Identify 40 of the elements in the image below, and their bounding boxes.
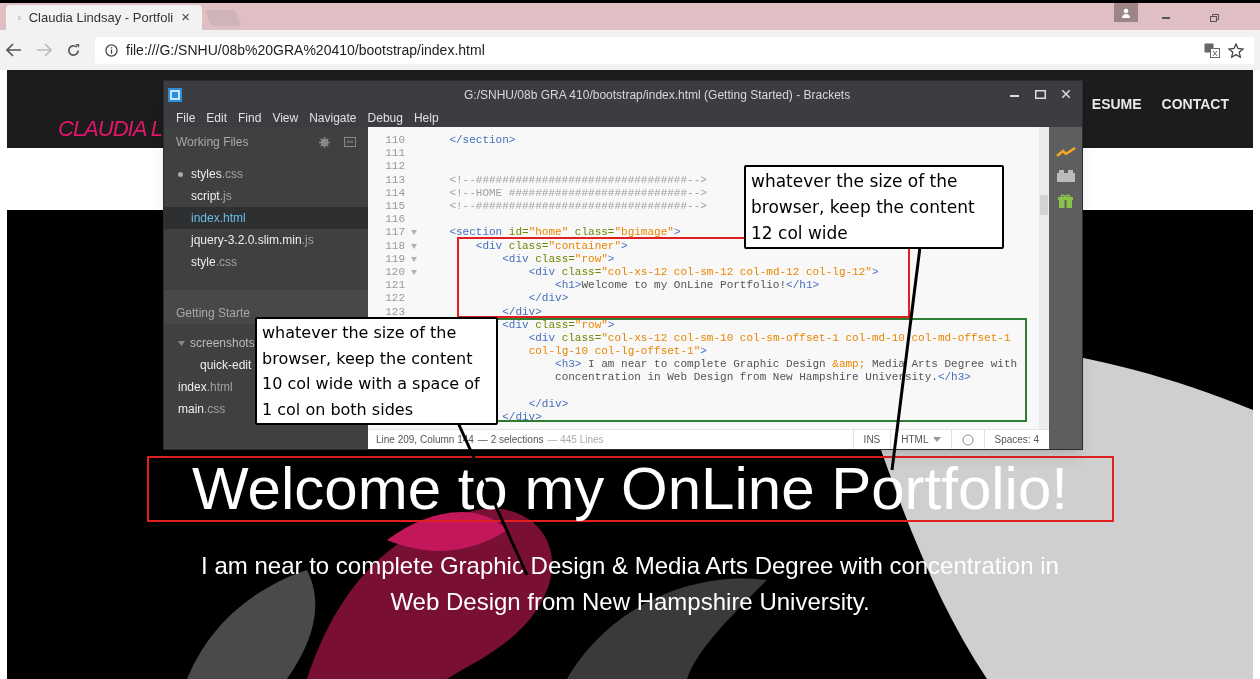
url-text: file:///G:/SNHU/08b%20GRA%20410/bootstrap/index.html [126, 40, 485, 60]
code-line: <!--################################--> [449, 200, 707, 214]
code-line: col-lg-10 col-lg-offset-1"> [528, 345, 707, 359]
working-files-title: Working Files [176, 134, 249, 151]
code-line: </div> [502, 411, 542, 425]
code-line: <section id="home" class="bgimage"> [449, 226, 681, 240]
line-number: 113 [384, 173, 405, 187]
selection-count: — 2 selections [477, 433, 544, 447]
line-number: 121 [384, 279, 405, 293]
code-line: <div class="col-xs-12 col-sm-12 col-md-12 col-lg-12"> [528, 265, 879, 279]
annotation-tooltip: whatever the size of the browser, keep the content 10 col wide with a space of 1 col on both sides [255, 317, 498, 425]
project-title: Getting Starte [176, 305, 251, 322]
line-number: 116 [384, 213, 405, 227]
code-line: </div> [528, 292, 569, 306]
code-line: <div class="container"> [475, 239, 628, 253]
line-number: 114 [384, 186, 405, 200]
window-title: G:/SNHU/08b GRA 410/bootstrap/index.html (Getting Started) - Brackets [464, 86, 851, 104]
line-number: 123 [384, 305, 405, 319]
annotation-tooltip: whatever the size of the browser, keep the content 12 col wide [744, 165, 1004, 249]
code-line: <div class="row"> [502, 252, 615, 266]
line-number: 110 [384, 134, 405, 148]
line-number: 112 [384, 160, 405, 174]
code-line: <div class="row"> [502, 318, 615, 332]
code-line: </div> [502, 305, 542, 319]
code-line: <h3> I am near to complete Graphic Design &amp; Media Arts Degree with [555, 358, 1018, 372]
code-line: <!--HOME ###########################--> [449, 186, 707, 200]
line-number: 120 [384, 265, 405, 279]
line-number: 111 [384, 147, 405, 161]
tab-title: Claudia Lindsay - Portfoli [28, 8, 174, 27]
code-line: <h1>Welcome to my OnLine Portfolio!</h1> [555, 279, 820, 293]
code-line: <div class="col-xs-12 col-sm-10 col-sm-offset-1 col-md-10 col-md-offset-1 [528, 331, 1011, 345]
line-count: — 445 Lines [547, 433, 604, 447]
line-number: 118 [384, 239, 405, 253]
code-line: </section> [449, 134, 516, 148]
code-line: </div> [528, 397, 569, 411]
line-number: 117 [384, 226, 405, 240]
code-line: <!--################################--> [449, 173, 707, 187]
line-number: 119 [384, 252, 405, 266]
line-number: 122 [384, 292, 405, 306]
line-number: 115 [384, 200, 405, 214]
